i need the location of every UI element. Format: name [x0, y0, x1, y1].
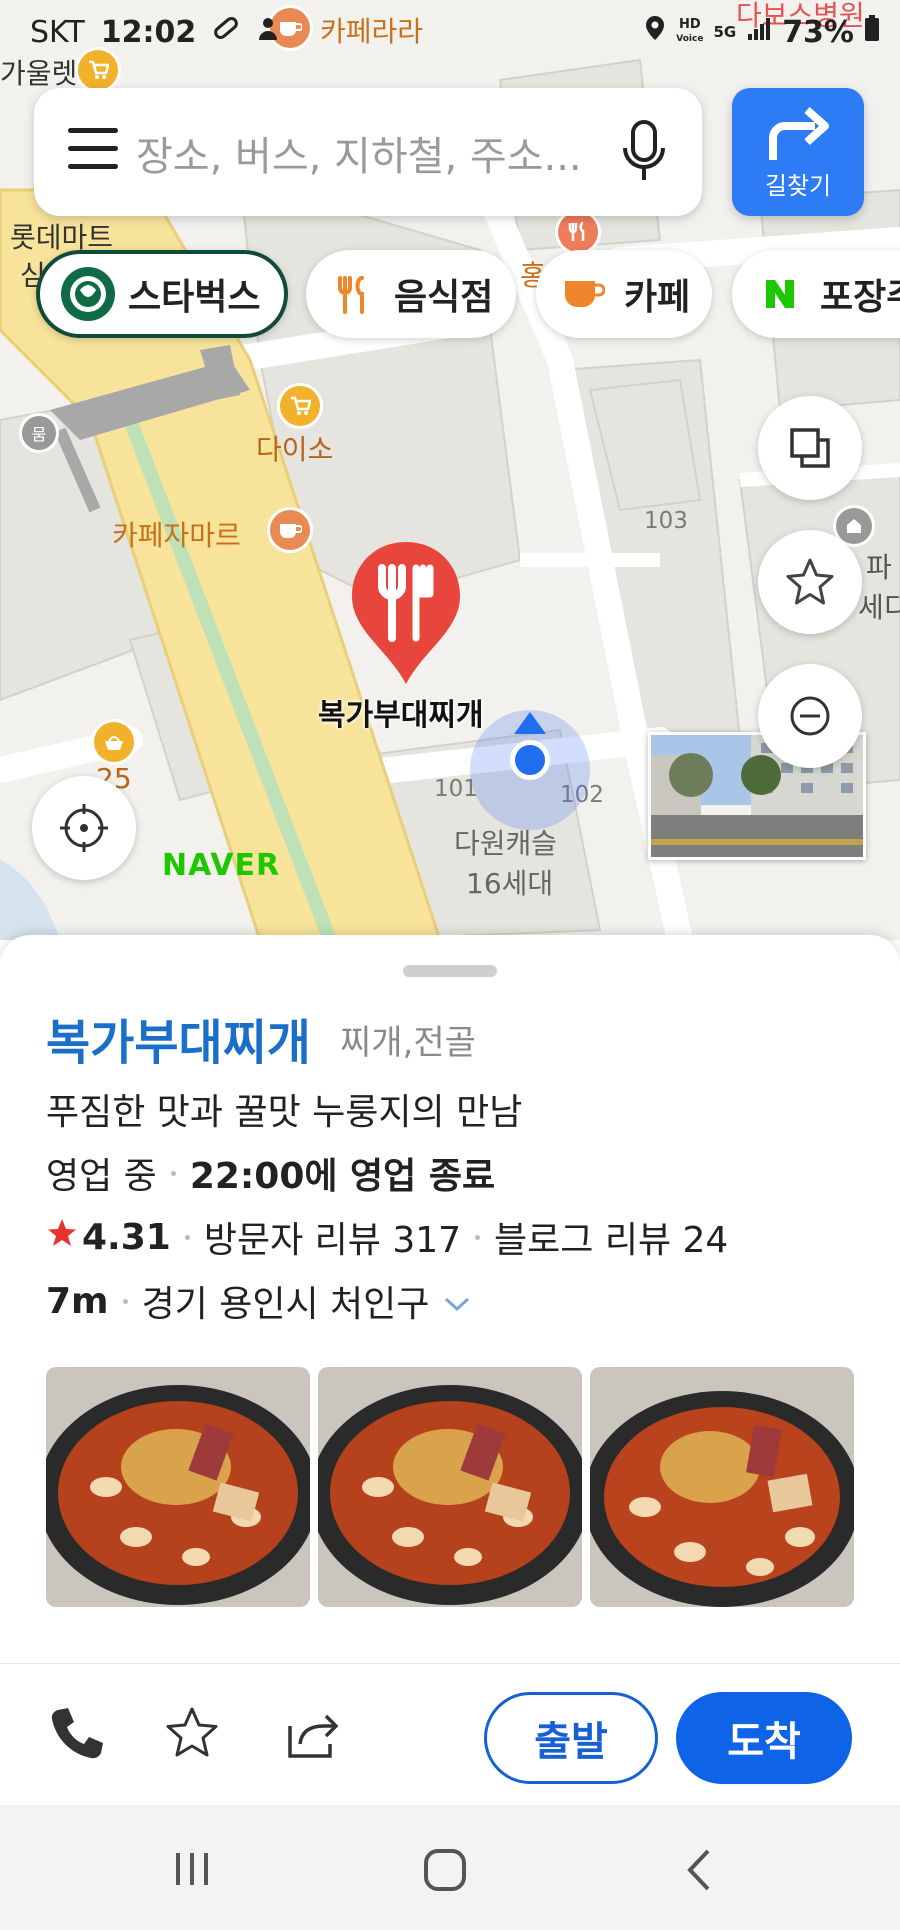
separator-dot [170, 1170, 176, 1176]
restaurant-poi-icon[interactable] [558, 212, 598, 252]
separator-dot [122, 1298, 128, 1304]
rating-star-icon [46, 1217, 78, 1258]
rating-value: 4.31 [82, 1216, 171, 1258]
system-navigation-bar [0, 1805, 900, 1930]
battery-icon [864, 14, 880, 50]
map-label-right-cut-2: 세디 [858, 591, 900, 624]
turn-right-arrow-icon [769, 107, 829, 160]
map-label-103: 103 [644, 508, 688, 534]
naver-n-icon [752, 266, 808, 322]
status-bar: SKT 12:02 HD Voice 5G 73% [0, 0, 900, 66]
map-label-dawon-units: 16세대 [466, 867, 554, 900]
separator-dot [184, 1234, 190, 1240]
share-icon[interactable] [282, 1704, 342, 1764]
building-poi-icon[interactable] [836, 508, 872, 544]
action-bar: 출발 도착 [0, 1663, 900, 1806]
naver-logo: NAVER [162, 848, 281, 883]
depart-button[interactable]: 출발 [484, 1692, 658, 1784]
home-icon[interactable] [422, 1847, 468, 1893]
recent-apps-icon[interactable] [172, 1849, 212, 1889]
map-label-right-cut-1: 파 [866, 551, 892, 584]
fork-knife-icon [326, 266, 382, 322]
address: 경기 용인시 처인구 [141, 1284, 430, 1325]
directions-button[interactable]: 길찾기 [732, 88, 864, 216]
bookmark-star-icon[interactable] [162, 1704, 222, 1764]
minus-circle-icon [790, 696, 830, 736]
chip-starbucks[interactable]: 스타벅스 [36, 250, 288, 338]
hd-voice-badge: HD Voice [676, 17, 704, 44]
chip-restaurant[interactable]: 음식점 [306, 250, 516, 338]
carrier: SKT [30, 14, 85, 50]
current-location-marker [470, 710, 590, 830]
arrive-button[interactable]: 도착 [676, 1692, 852, 1784]
chevron-down-icon[interactable] [443, 1281, 471, 1322]
menu-icon[interactable] [68, 128, 118, 174]
place-description: 푸짐한 맛과 꿀맛 누룽지의 만남 [46, 1092, 523, 1133]
pin-label[interactable]: 복가부대찌개 [318, 690, 484, 734]
rating-reviews-row: 4.31 방문자 리뷰 317 블로그 리뷰 24 [46, 1211, 728, 1263]
selected-place-pin[interactable] [350, 538, 462, 688]
daiso-poi-icon[interactable] [280, 386, 320, 426]
favorites-button[interactable] [758, 530, 862, 634]
search-placeholder[interactable]: 장소, 버스, 지하철, 주소... [136, 124, 582, 182]
signal-icon [746, 15, 772, 50]
chip-label: 음식점 [394, 277, 494, 318]
business-hours[interactable]: 영업 중 22:00에 영업 종료 [46, 1147, 495, 1199]
location-icon [644, 14, 666, 50]
map-view[interactable]: 카페라라 다보스병원 가울렛 롯데마트 심 홍 106 다이소 뭄 카페자마르 … [0, 0, 900, 940]
chip-label: 스타벅스 [128, 277, 261, 318]
open-status: 영업 중 [46, 1156, 157, 1197]
search-bar[interactable]: 장소, 버스, 지하철, 주소... [34, 88, 702, 216]
zoom-out-button[interactable] [758, 664, 862, 768]
map-label-cafe-jamaru[interactable]: 카페자마르 [112, 514, 241, 554]
layers-button[interactable] [758, 396, 862, 500]
place-photo[interactable] [318, 1367, 582, 1607]
convenience-store-poi-icon[interactable] [94, 722, 134, 762]
place-photo[interactable] [590, 1367, 854, 1607]
map-label-daiso[interactable]: 다이소 [256, 428, 333, 468]
starbucks-logo-icon [60, 266, 116, 322]
5g-badge: 5G [713, 23, 737, 41]
chip-label: 카페 [624, 277, 691, 318]
chip-takeout[interactable]: 포장주 [732, 250, 900, 338]
cafe-jamaru-poi-icon[interactable] [270, 510, 310, 550]
back-icon[interactable] [682, 1847, 714, 1893]
my-location-button[interactable] [32, 776, 136, 880]
sheet-drag-handle[interactable] [403, 965, 497, 977]
distance: 7m [46, 1280, 109, 1322]
coffee-cup-icon [556, 266, 612, 322]
star-outline-icon [786, 558, 834, 605]
place-info-sheet[interactable]: 복가부대찌개 찌개,전골 푸짐한 맛과 꿀맛 누룽지의 만남 영업 중 22:0… [0, 935, 900, 1805]
category-chips: 스타벅스 음식점 카페 포장주 [36, 250, 900, 340]
distance-address-row[interactable]: 7m 경기 용인시 처인구 [46, 1275, 471, 1327]
battery-level: 73% [782, 14, 854, 50]
chip-cafe[interactable]: 카페 [536, 250, 712, 338]
place-photo[interactable] [46, 1367, 310, 1607]
closing-time: 22:00에 영업 종료 [189, 1156, 496, 1197]
visitor-reviews-link[interactable]: 방문자 리뷰 317 [204, 1211, 461, 1263]
microphone-icon[interactable] [620, 116, 668, 188]
separator-dot [475, 1234, 481, 1240]
clock: 12:02 [100, 14, 197, 50]
app-notification-icon [256, 14, 280, 50]
chip-label: 포장주 [820, 277, 900, 318]
place-category: 찌개,전골 [340, 1023, 476, 1063]
phone-icon[interactable] [44, 1704, 104, 1764]
pill-notification-icon [212, 14, 240, 50]
place-name[interactable]: 복가부대찌개 [46, 1003, 311, 1073]
parking-poi-icon[interactable]: 뭄 [22, 416, 56, 450]
layers-icon [790, 428, 830, 468]
crosshair-icon [60, 804, 108, 852]
directions-label: 길찾기 [764, 172, 832, 200]
blog-reviews-link[interactable]: 블로그 리뷰 24 [494, 1211, 728, 1263]
photo-strip [46, 1367, 854, 1607]
